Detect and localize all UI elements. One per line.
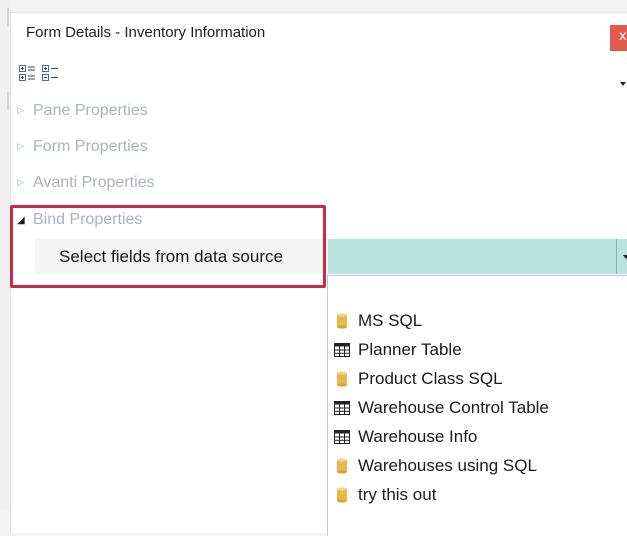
expand-arrow-icon[interactable]: ▷ xyxy=(17,142,29,152)
list-item[interactable]: Product Class SQL xyxy=(334,364,503,393)
database-icon xyxy=(334,370,350,387)
data-source-select[interactable] xyxy=(328,239,618,274)
window-title: Form Details - Inventory Information xyxy=(26,24,266,41)
database-icon xyxy=(334,457,350,474)
list-item-label: Warehouse Control Table xyxy=(358,397,549,417)
edge-marker xyxy=(7,92,9,110)
table-icon xyxy=(334,429,350,445)
list-item[interactable]: Warehouse Info xyxy=(334,422,477,451)
table-icon xyxy=(334,400,350,416)
background-window-edge xyxy=(0,0,10,509)
alphabetical-view-icon[interactable] xyxy=(42,65,59,82)
toolbar-dropdown-icon[interactable] xyxy=(620,82,626,86)
list-item[interactable]: try this out xyxy=(334,480,436,509)
categorized-view-icon[interactable] xyxy=(19,65,36,82)
database-icon xyxy=(334,312,350,329)
category-label: Form Properties xyxy=(33,138,148,155)
list-item-label: Warehouses using SQL xyxy=(358,455,537,475)
list-item[interactable]: Warehouse Control Table xyxy=(334,393,549,422)
list-item-label: MS SQL xyxy=(358,310,423,330)
list-item-label: Planner Table xyxy=(358,339,462,359)
category-label: Pane Properties xyxy=(33,102,148,119)
close-button[interactable]: x xyxy=(610,25,627,51)
list-item-label: try this out xyxy=(358,484,437,504)
table-icon xyxy=(334,342,350,358)
list-item-label: Warehouse Info xyxy=(358,426,478,446)
data-source-dropdown-list: MS SQL Planner Table Product Class SQL W… xyxy=(327,275,627,536)
list-item[interactable]: Planner Table xyxy=(334,335,462,364)
form-details-window: Form Details - Inventory Information x ▷… xyxy=(10,12,627,536)
database-icon xyxy=(334,486,350,503)
highlight-box xyxy=(10,205,326,288)
category-avanti-properties[interactable]: ▷ Avanti Properties xyxy=(17,170,155,196)
category-pane-properties[interactable]: ▷ Pane Properties xyxy=(17,98,148,124)
expand-arrow-icon[interactable]: ▷ xyxy=(17,178,29,188)
category-label: Avanti Properties xyxy=(33,174,155,191)
expand-arrow-icon[interactable]: ▷ xyxy=(17,106,29,116)
chevron-down-icon xyxy=(623,255,627,259)
edge-marker xyxy=(7,8,9,26)
data-source-dropdown-button[interactable] xyxy=(616,239,627,274)
list-item[interactable]: MS SQL xyxy=(334,306,422,335)
list-item[interactable]: Warehouses using SQL xyxy=(334,451,537,480)
category-form-properties[interactable]: ▷ Form Properties xyxy=(17,134,148,160)
list-item-label: Product Class SQL xyxy=(358,368,503,388)
